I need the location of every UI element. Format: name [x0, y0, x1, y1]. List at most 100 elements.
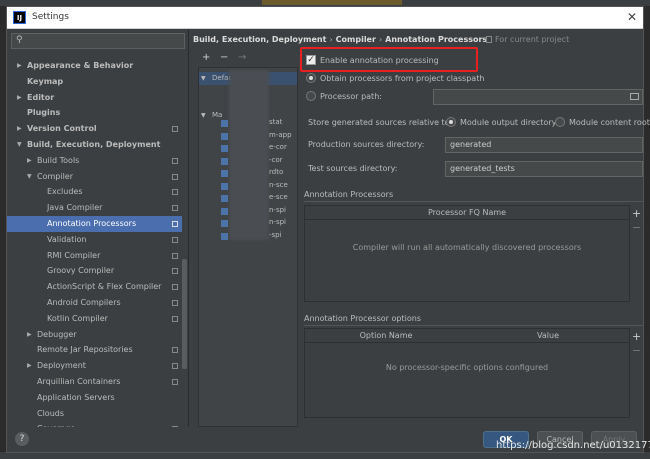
module-fragment[interactable]: e-sce: [269, 191, 297, 204]
sidebar-item[interactable]: Remote Jar Repositories: [7, 342, 182, 358]
sidebar-item[interactable]: ▶ Debugger: [7, 327, 182, 343]
add-icon[interactable]: +: [202, 52, 210, 63]
sidebar-item-label: Deployment: [37, 361, 86, 371]
module-icon: [221, 220, 228, 227]
module-fragment[interactable]: stat: [269, 116, 297, 129]
chevron-right-icon[interactable]: ▶: [27, 327, 32, 343]
module-fragment[interactable]: e-cor: [269, 141, 297, 154]
test-dir-field[interactable]: generated_tests: [445, 161, 643, 177]
intellij-app-icon: IJ: [13, 11, 26, 24]
module-fragment[interactable]: n-spi: [269, 204, 297, 217]
section-divider: [304, 201, 643, 202]
project-scope-icon: [172, 284, 178, 291]
help-icon[interactable]: ?: [15, 432, 29, 446]
sidebar-item[interactable]: Android Compilers: [7, 295, 182, 311]
chevron-right-icon[interactable]: ▶: [17, 90, 22, 106]
sidebar-item[interactable]: Excludes: [7, 184, 182, 200]
column-header[interactable]: Processor FQ Name: [305, 206, 629, 220]
chevron-right-icon[interactable]: ▶: [17, 58, 22, 74]
search-icon: ⚲: [16, 35, 23, 45]
chevron-right-icon[interactable]: ▶: [27, 153, 32, 169]
module-content-radio[interactable]: [555, 117, 565, 127]
remove-option-icon[interactable]: −: [632, 344, 641, 358]
sidebar-item[interactable]: ▶ Deployment: [7, 358, 182, 374]
chevron-right-icon[interactable]: ▶: [27, 358, 32, 374]
processors-table-tools: + −: [632, 207, 641, 235]
sidebar-item-label: Java Compiler: [47, 203, 103, 213]
processors-table-header: Processor FQ Name: [305, 206, 629, 220]
sidebar-item-label: Arquillian Containers: [37, 377, 121, 386]
sidebar-item[interactable]: Keymap: [7, 74, 182, 90]
sidebar-item[interactable]: ▼ Build, Execution, Deployment: [7, 137, 182, 153]
sidebar-item[interactable]: ▶ Build Tools: [7, 153, 182, 169]
production-dir-field[interactable]: generated: [445, 137, 643, 153]
project-scope-icon: [172, 268, 178, 275]
sidebar-item[interactable]: Groovy Compiler: [7, 263, 182, 279]
sidebar-item-label: Build Tools: [37, 155, 80, 165]
chevron-down-icon[interactable]: ▼: [27, 169, 32, 185]
module-fragment[interactable]: m-app: [269, 129, 297, 142]
add-option-icon[interactable]: +: [632, 330, 641, 344]
chevron-right-icon[interactable]: ▶: [17, 121, 22, 137]
remove-icon[interactable]: −: [220, 52, 228, 63]
module-icon: [221, 145, 228, 152]
sidebar-item[interactable]: ▼ Compiler: [7, 169, 182, 185]
sidebar-item[interactable]: RMI Compiler: [7, 248, 182, 264]
sidebar-scrollbar[interactable]: [182, 259, 187, 369]
breadcrumb-part: Compiler: [335, 35, 376, 44]
module-icon: [221, 195, 228, 202]
sidebar-item[interactable]: ActionScript & Flex Compiler: [7, 279, 182, 295]
sidebar-item[interactable]: Arquillian Containers: [7, 374, 182, 390]
move-icon[interactable]: →: [238, 52, 246, 63]
column-header[interactable]: Value: [467, 329, 629, 343]
sidebar-item[interactable]: ▶ Appearance & Behavior: [7, 58, 182, 74]
sidebar-item-label: RMI Compiler: [47, 250, 101, 260]
module-fragment[interactable]: rdto: [269, 166, 297, 179]
processor-path-field[interactable]: [433, 89, 643, 105]
expand-arrow-icon[interactable]: ▼: [201, 109, 206, 122]
sidebar-item-label: Android Compilers: [47, 298, 121, 307]
module-fragment[interactable]: -cor: [269, 154, 297, 167]
sidebar-item-label: Annotation Processors: [47, 219, 137, 228]
chevron-down-icon[interactable]: ▼: [17, 137, 22, 153]
obtain-from-classpath-label: Obtain processors from project classpath: [320, 74, 485, 83]
profiles-list: ▼ Defau ▼ Ma stat m-app e-cor -cor rdto n-sce…: [198, 67, 298, 427]
sidebar-item[interactable]: Application Servers: [7, 390, 182, 406]
module-output-radio[interactable]: [446, 117, 456, 127]
obtain-from-classpath-radio[interactable]: [306, 73, 316, 83]
module-fragment[interactable]: n-spi: [269, 216, 297, 229]
sidebar-item[interactable]: Plugins: [7, 105, 182, 121]
column-header[interactable]: Option Name: [305, 329, 467, 343]
ide-tab-chip: [262, 0, 402, 5]
module-fragment[interactable]: -spi: [269, 229, 297, 242]
sidebar-item[interactable]: Java Compiler: [7, 200, 182, 216]
processor-path-radio[interactable]: [306, 91, 316, 101]
add-processor-icon[interactable]: +: [632, 207, 641, 221]
sidebar-item[interactable]: ▶ Version Control: [7, 121, 182, 137]
folder-icon[interactable]: [630, 93, 639, 100]
sidebar-item[interactable]: Clouds: [7, 406, 182, 422]
section-divider: [304, 325, 643, 326]
module-icon: [221, 120, 228, 127]
module-icon: [221, 232, 228, 240]
sidebar-item[interactable]: Kotlin Compiler: [7, 311, 182, 327]
expand-arrow-icon[interactable]: ▼: [201, 72, 206, 85]
close-icon[interactable]: ✕: [627, 10, 637, 24]
processors-empty-text: Compiler will run all automatically disc…: [352, 243, 582, 252]
sidebar-item[interactable]: Annotation Processors: [7, 216, 182, 232]
module-fragment[interactable]: n-sce: [269, 179, 297, 192]
project-scope-icon: [172, 252, 178, 259]
project-scope-icon: [172, 157, 178, 164]
sidebar-item[interactable]: ▶ Editor: [7, 90, 182, 106]
enable-processing-checkbox[interactable]: ✓: [306, 55, 316, 65]
project-scope-icon: [172, 205, 178, 212]
sidebar-item[interactable]: Validation: [7, 232, 182, 248]
remove-processor-icon[interactable]: −: [632, 221, 641, 235]
breadcrumb: Build, Execution, Deployment › Compiler › An…: [193, 35, 487, 44]
settings-search-input[interactable]: ⚲: [11, 33, 185, 49]
project-scope-icon: [172, 189, 178, 196]
project-scope-icon: [172, 236, 178, 243]
annotation-processors-title: Annotation Processors: [304, 190, 394, 199]
test-dir-label: Test sources directory:: [308, 164, 398, 173]
window-title: Settings: [32, 12, 69, 22]
